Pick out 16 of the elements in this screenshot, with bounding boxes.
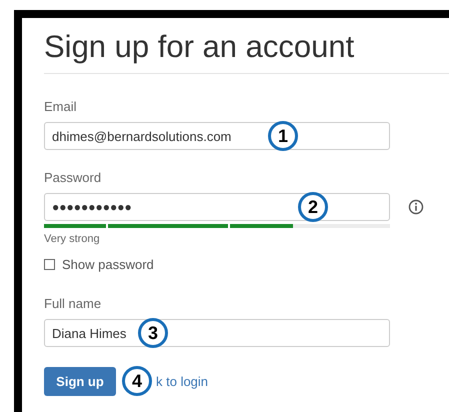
page-title: Sign up for an account [44,18,449,74]
info-icon[interactable] [408,199,424,215]
callout-number-badge: 3 [138,318,168,348]
callout-number-badge: 4 [122,366,152,396]
callout-number-badge: 2 [298,192,328,222]
field-label: Full name [44,296,102,311]
show-password-checkbox[interactable] [44,259,55,270]
input-field[interactable]: Diana Himes 3 [44,319,390,347]
sign-up-button[interactable]: Sign up [44,366,116,396]
input-field[interactable]: dhimes@bernardsolutions.com 1 [44,122,390,150]
login-link[interactable]: k to login [156,374,208,388]
callout-number-badge: 1 [268,121,298,151]
strength-label: Very strong [44,233,101,245]
field-label: Email [44,99,78,114]
field-label: Password [44,170,102,185]
checkbox-label: Show password [62,257,154,272]
